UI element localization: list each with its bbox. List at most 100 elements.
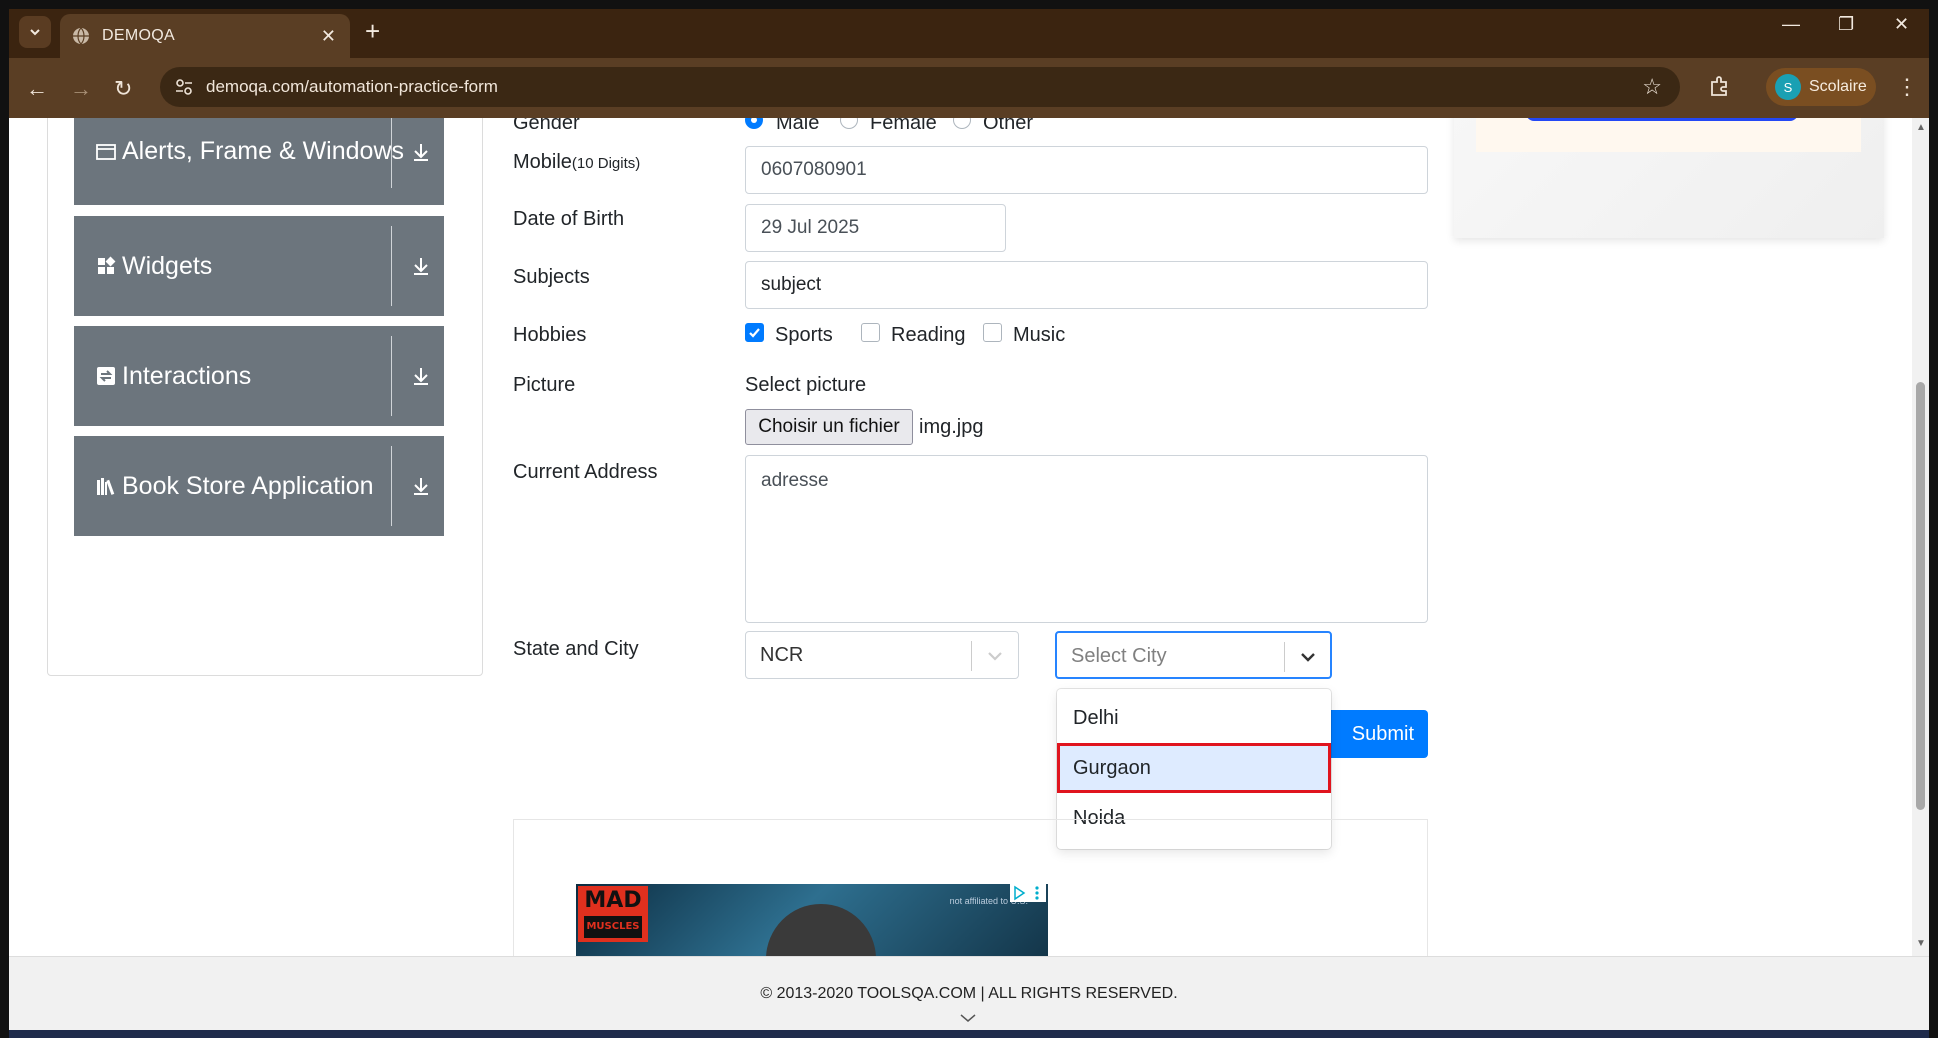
divider bbox=[1284, 642, 1285, 672]
state-value: NCR bbox=[760, 644, 804, 666]
ad-banner[interactable]: MAD MUSCLES not affiliated to U.S. bbox=[576, 884, 1048, 956]
hobby-sports-checkbox[interactable] bbox=[745, 323, 764, 342]
address-value: adresse bbox=[761, 470, 829, 491]
bookmark-star-icon[interactable]: ☆ bbox=[1642, 74, 1662, 100]
scroll-down-icon[interactable]: ▼ bbox=[1916, 938, 1926, 949]
hobby-reading-checkbox[interactable] bbox=[861, 323, 880, 342]
widgets-icon bbox=[98, 256, 116, 274]
gender-option-label: Other bbox=[983, 118, 1034, 134]
mobile-label: Mobile(10 Digits) bbox=[513, 151, 640, 174]
menu-dots-icon[interactable]: ⋮ bbox=[1896, 74, 1918, 100]
window-icon bbox=[96, 143, 116, 160]
window-close-icon[interactable]: ✕ bbox=[1894, 14, 1909, 35]
url-text: demoqa.com/automation-practice-form bbox=[206, 77, 498, 96]
current-address-label: Current Address bbox=[513, 461, 658, 483]
page-content: Alerts, Frame & Windows Widgets Interact… bbox=[9, 118, 1929, 956]
chevron-down-icon bbox=[30, 29, 40, 36]
ad-choices-icon[interactable] bbox=[1010, 884, 1046, 902]
gender-other-radio[interactable] bbox=[953, 118, 971, 129]
gender-option-label: Male bbox=[776, 118, 820, 134]
ad-button[interactable] bbox=[1526, 118, 1798, 121]
sidebar-group-widgets[interactable]: Widgets bbox=[74, 216, 444, 316]
hobbies-label: Hobbies bbox=[513, 324, 587, 346]
books-icon bbox=[97, 478, 115, 495]
site-settings-icon[interactable] bbox=[174, 77, 194, 97]
city-select[interactable]: Select City bbox=[1055, 631, 1332, 679]
back-icon[interactable]: ← bbox=[26, 76, 48, 102]
taskbar-strip bbox=[9, 1030, 1929, 1038]
subjects-label: Subjects bbox=[513, 266, 590, 288]
hobby-music-checkbox[interactable] bbox=[983, 323, 1002, 342]
ad-brand-sub: MUSCLES bbox=[584, 916, 642, 938]
chevron-down-icon[interactable] bbox=[959, 1012, 977, 1024]
avatar: S bbox=[1775, 74, 1801, 100]
hobby-label: Music bbox=[1013, 324, 1066, 346]
dob-value: 29 Jul 2025 bbox=[761, 217, 860, 238]
subjects-input[interactable]: subject bbox=[745, 261, 1428, 309]
mobile-input[interactable]: 0607080901 bbox=[745, 146, 1428, 194]
download-icon[interactable] bbox=[410, 141, 432, 163]
interactions-icon bbox=[97, 367, 115, 385]
city-option-delhi[interactable]: Delhi bbox=[1057, 693, 1331, 743]
download-icon[interactable] bbox=[410, 255, 432, 277]
current-address-textarea[interactable]: adresse bbox=[745, 455, 1428, 623]
gender-label: Gender bbox=[513, 118, 580, 134]
mobile-value: 0607080901 bbox=[761, 159, 867, 180]
new-tab-button[interactable]: + bbox=[365, 18, 380, 44]
gender-option-label: Female bbox=[870, 118, 937, 134]
forward-icon[interactable]: → bbox=[70, 76, 92, 102]
scrollbar[interactable]: ▲ ▼ bbox=[1912, 118, 1929, 956]
city-option-gurgaon[interactable]: Gurgaon bbox=[1057, 743, 1331, 793]
restore-icon[interactable]: ❐ bbox=[1838, 14, 1854, 35]
download-icon[interactable] bbox=[410, 365, 432, 387]
divider bbox=[391, 336, 392, 416]
state-city-label: State and City bbox=[513, 638, 639, 660]
ad-image bbox=[766, 904, 876, 956]
reload-icon[interactable]: ↻ bbox=[114, 76, 132, 102]
ad-inner bbox=[1476, 118, 1861, 152]
sidebar-group-alerts[interactable]: Alerts, Frame & Windows bbox=[74, 118, 444, 205]
divider bbox=[391, 446, 392, 526]
file-upload-button[interactable]: Choisir un fichier bbox=[745, 409, 913, 445]
profile-name: Scolaire bbox=[1809, 78, 1867, 95]
scroll-up-icon[interactable]: ▲ bbox=[1916, 122, 1926, 133]
browser-toolbar: ← → ↻ demoqa.com/automation-practice-for… bbox=[0, 58, 1938, 118]
divider bbox=[391, 118, 392, 188]
city-placeholder: Select City bbox=[1071, 645, 1167, 667]
extensions-icon[interactable] bbox=[1708, 74, 1732, 98]
browser-tab-bar: DEMOQA ✕ + — ❐ ✕ bbox=[0, 0, 1938, 58]
divider bbox=[971, 641, 972, 671]
mobile-label-text: Mobile bbox=[513, 151, 572, 173]
file-name: img.jpg bbox=[919, 416, 984, 438]
mobile-hint: (10 Digits) bbox=[571, 155, 641, 172]
dob-input[interactable]: 29 Jul 2025 bbox=[745, 204, 1006, 252]
tab-title: DEMOQA bbox=[102, 27, 175, 44]
gender-male-radio[interactable] bbox=[745, 118, 763, 129]
hobby-label: Sports bbox=[775, 324, 833, 346]
minimize-icon[interactable]: — bbox=[1782, 14, 1800, 35]
checkmark-icon bbox=[749, 328, 760, 338]
sidebar-group-label: Book Store Application bbox=[122, 471, 374, 500]
scrollbar-thumb[interactable] bbox=[1916, 382, 1925, 810]
divider bbox=[391, 226, 392, 306]
chevron-down-icon bbox=[988, 652, 1002, 661]
gender-female-radio[interactable] bbox=[840, 118, 858, 129]
footer: © 2013-2020 TOOLSQA.COM | ALL RIGHTS RES… bbox=[9, 956, 1929, 1030]
browser-tab[interactable]: DEMOQA ✕ bbox=[60, 14, 350, 58]
sidebar-group-bookstore[interactable]: Book Store Application bbox=[74, 436, 444, 536]
download-icon[interactable] bbox=[410, 475, 432, 497]
sidebar-group-interactions[interactable]: Interactions bbox=[74, 326, 444, 426]
tab-close-icon[interactable]: ✕ bbox=[321, 26, 336, 47]
address-bar[interactable]: demoqa.com/automation-practice-form ☆ bbox=[160, 67, 1680, 107]
sidebar-group-label: Interactions bbox=[122, 361, 252, 390]
copyright-text: © 2013-2020 TOOLSQA.COM | ALL RIGHTS RES… bbox=[760, 985, 1178, 1002]
state-select[interactable]: NCR bbox=[745, 631, 1019, 679]
dob-label: Date of Birth bbox=[513, 208, 625, 230]
chevron-down-icon bbox=[1301, 653, 1315, 662]
tab-search-button[interactable] bbox=[19, 16, 51, 48]
sidebar-group-label: Alerts, Frame & Windows bbox=[122, 137, 405, 165]
ad-logo: MAD MUSCLES bbox=[578, 886, 648, 942]
picture-label: Picture bbox=[513, 374, 576, 396]
sidebar-group-label: Widgets bbox=[122, 251, 213, 280]
profile-button[interactable]: S Scolaire bbox=[1766, 68, 1876, 106]
